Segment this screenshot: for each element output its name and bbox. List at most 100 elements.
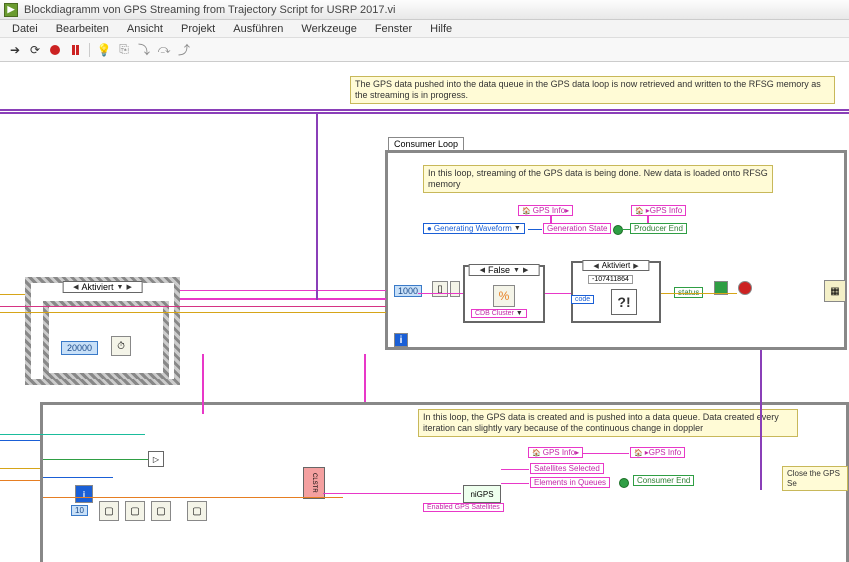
local-variable-gps-info-prod[interactable]: 🏠GPS Info▸	[528, 447, 583, 458]
case-structure-error[interactable]: ◀ Aktiviert ▶ -107411864 code ?!	[571, 261, 661, 323]
wire-magenta	[647, 215, 649, 223]
chevron-left-icon: ◀	[593, 262, 598, 270]
house-icon: 🏠	[634, 449, 643, 457]
toolbar: ➔ ⟳ 💡 ⎘ ⤵ ⤼ ⤴	[0, 38, 849, 62]
chevron-left-icon: ◀	[73, 283, 78, 291]
unbundle-code[interactable]: code	[571, 295, 594, 304]
comment-producer: In this loop, the GPS data is created an…	[418, 409, 798, 437]
indicator-satellites-selected[interactable]: Satellites Selected	[530, 463, 604, 474]
block-diagram-canvas[interactable]: The GPS data pushed into the data queue …	[0, 62, 849, 504]
menu-ansicht[interactable]: Ansicht	[119, 22, 171, 36]
highlight-button[interactable]: 💡	[95, 41, 113, 59]
consumer-loop[interactable]: Consumer Loop In this loop, streaming of…	[385, 150, 847, 350]
house-icon: 🏠	[532, 449, 541, 457]
indicator-enabled-gps-satellites[interactable]: Enabled GPS Satellites	[423, 503, 504, 512]
wire-magenta	[545, 293, 571, 294]
comment-consumer: In this loop, streaming of the GPS data …	[423, 165, 773, 193]
wire-pink	[0, 306, 386, 307]
local-variable-consumer-end[interactable]: Consumer End	[633, 475, 694, 486]
step-out-button[interactable]: ⤴	[175, 41, 193, 59]
tunnel-node[interactable]	[450, 281, 460, 297]
menu-hilfe[interactable]: Hilfe	[422, 22, 460, 36]
case-selector-aktiviert[interactable]: ◀ Aktiviert ▶	[582, 260, 649, 271]
boolean-led[interactable]	[613, 225, 623, 235]
wire-purple	[0, 112, 849, 114]
house-icon: 🏠	[522, 207, 531, 215]
wire-orange	[43, 497, 343, 498]
case-structure-false[interactable]: ◀ False ▼ ▶ % CDB Cluster ▼	[463, 265, 545, 323]
local-variable-gps-info-prod-read[interactable]: 🏠▸GPS Info	[630, 447, 685, 458]
wire-yellow	[661, 293, 737, 294]
wire-magenta	[418, 293, 463, 294]
indicator-elements-in-queues[interactable]: Elements in Queues	[530, 477, 610, 488]
error-query-node[interactable]: ?!	[611, 289, 637, 315]
indicator-generation-state[interactable]: Generation State	[543, 223, 611, 234]
case-label: Aktiviert	[82, 282, 114, 292]
loop-stop-terminal[interactable]	[738, 281, 752, 295]
iteration-terminal-prod[interactable]: i	[75, 485, 93, 503]
toolbar-separator	[89, 43, 90, 57]
wire-blue	[0, 440, 40, 441]
abort-button[interactable]	[46, 41, 64, 59]
wait-ms-icon[interactable]: ⏱	[111, 336, 131, 356]
wire-magenta	[202, 354, 204, 414]
wire-orange	[0, 480, 40, 481]
subvi-node[interactable]: ▢	[151, 501, 171, 521]
numeric-constant-1000[interactable]: 1000	[394, 285, 422, 297]
sequence-structure-left[interactable]: ◀ Aktiviert ▼ ▶ 20000 ⏱	[25, 277, 180, 385]
wire-green	[43, 459, 148, 460]
pause-icon	[72, 45, 79, 55]
wire-magenta	[501, 483, 529, 484]
step-into-button[interactable]: ⤵	[135, 41, 153, 59]
local-variable-producer-end[interactable]: Producer End	[630, 223, 687, 234]
iteration-terminal[interactable]: i	[394, 333, 408, 347]
retain-button[interactable]: ⎘	[115, 41, 133, 59]
subvi-node[interactable]: ▯	[432, 281, 448, 297]
case-selector-false[interactable]: ◀ False ▼ ▶	[469, 264, 540, 276]
wire-magenta	[364, 354, 366, 402]
numeric-constant-10[interactable]: 10	[71, 505, 88, 516]
local-variable-gps-info-read[interactable]: 🏠▸GPS Info	[631, 205, 686, 216]
wire-blue	[528, 229, 542, 230]
cluster-node[interactable]: CLSTR	[303, 467, 325, 499]
menu-ausfuehren[interactable]: Ausführen	[225, 22, 291, 36]
pause-button[interactable]	[66, 41, 84, 59]
local-variable-gps-info[interactable]: 🏠GPS Info▸	[518, 205, 573, 216]
menu-werkzeuge[interactable]: Werkzeuge	[293, 22, 364, 36]
producer-loop[interactable]: In this loop, the GPS data is created an…	[40, 402, 849, 562]
menu-fenster[interactable]: Fenster	[367, 22, 420, 36]
chevron-right-icon: ▶	[633, 262, 638, 270]
rfsg-node[interactable]: ▦	[824, 280, 846, 302]
menu-projekt[interactable]: Projekt	[173, 22, 223, 36]
wire-magenta	[180, 298, 386, 300]
wire-yellow	[0, 312, 386, 313]
window-title: Blockdiagramm von GPS Streaming from Tra…	[24, 4, 396, 16]
nigps-subvi[interactable]: niGPS	[463, 485, 501, 503]
boolean-led-prod[interactable]	[619, 478, 629, 488]
dequeue-icon[interactable]: %	[493, 285, 515, 307]
record-icon	[50, 45, 60, 55]
subvi-node[interactable]: ▢	[187, 501, 207, 521]
wire-magenta	[180, 290, 386, 291]
wire-green	[622, 229, 630, 230]
cluster-cdb[interactable]: CDB Cluster ▼	[471, 309, 527, 318]
menu-datei[interactable]: Datei	[4, 22, 46, 36]
menu-bearbeiten[interactable]: Bearbeiten	[48, 22, 117, 36]
subvi-node[interactable]: ▢	[125, 501, 145, 521]
comment-close: Close the GPS Se	[782, 466, 848, 491]
numeric-constant-20000[interactable]: 20000	[61, 341, 98, 355]
app-icon: ▶	[4, 3, 18, 17]
subvi-node[interactable]: ▢	[99, 501, 119, 521]
wire-purple	[316, 112, 318, 300]
house-icon: 🏠	[635, 207, 644, 215]
run-continuous-button[interactable]: ⟳	[26, 41, 44, 59]
run-button[interactable]: ➔	[6, 41, 24, 59]
wire-purple	[0, 109, 849, 111]
menu-bar: Datei Bearbeiten Ansicht Projekt Ausführ…	[0, 20, 849, 38]
enum-generating-waveform[interactable]: ● Generating Waveform ▼	[423, 223, 525, 234]
wire-cyan	[0, 434, 145, 435]
case-selector-left[interactable]: ◀ Aktiviert ▼ ▶	[62, 281, 143, 293]
compare-node[interactable]: ▷	[148, 451, 164, 467]
wire-magenta	[501, 469, 529, 470]
step-over-button[interactable]: ⤼	[155, 41, 173, 59]
